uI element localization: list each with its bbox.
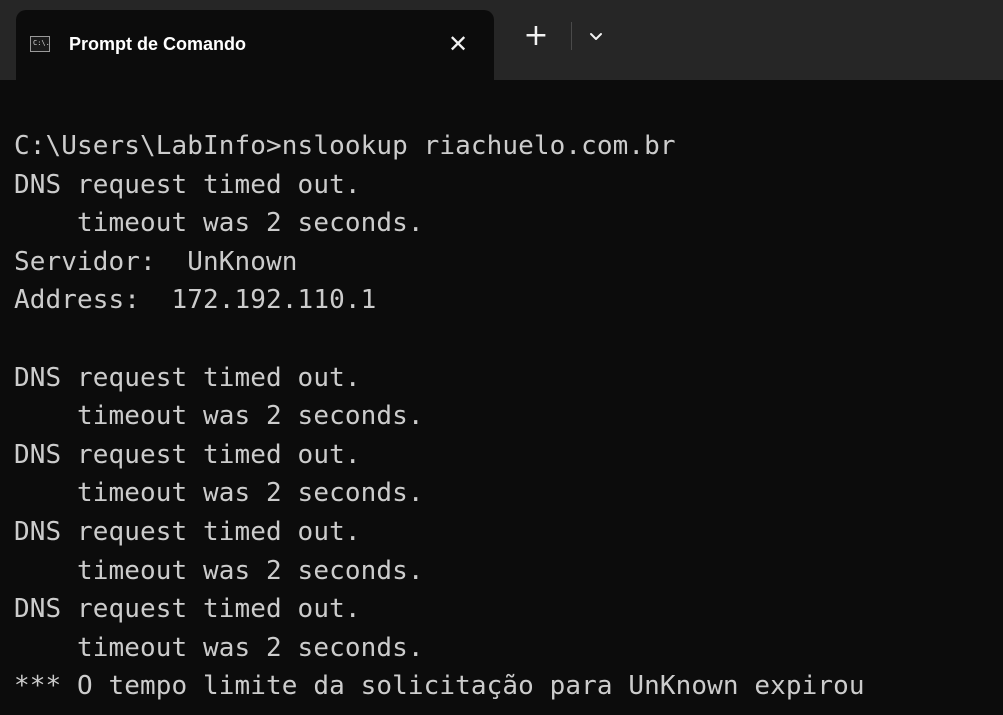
- console-line: timeout was 2 seconds.: [14, 478, 424, 509]
- console-line: timeout was 2 seconds.: [14, 555, 424, 586]
- console-line: timeout was 2 seconds.: [14, 208, 424, 239]
- console-line: DNS request timed out.: [14, 439, 361, 470]
- close-tab-button[interactable]: ✕: [441, 24, 475, 64]
- console-line: Address: 172.192.110.1: [14, 285, 377, 316]
- tab-title: Prompt de Comando: [69, 34, 247, 54]
- tab-separator: [571, 22, 572, 50]
- console-line: DNS request timed out.: [14, 169, 361, 200]
- console-line: DNS request timed out.: [14, 594, 361, 625]
- console-line: DNS request timed out.: [14, 516, 361, 547]
- chevron-down-icon[interactable]: [580, 16, 612, 56]
- console-line: *** O tempo limite da solicitação para U…: [14, 671, 865, 702]
- cmd-icon: C:\.: [30, 36, 50, 52]
- console-line: timeout was 2 seconds.: [14, 632, 424, 663]
- console-output[interactable]: C:\Users\LabInfo>nslookup riachuelo.com.…: [14, 127, 999, 706]
- tab-prompt-de-comando[interactable]: C:\. Prompt de Comando ✕: [16, 10, 494, 80]
- tab-bar: C:\. Prompt de Comando ✕ +: [0, 0, 1003, 80]
- console-line: C:\Users\LabInfo>nslookup riachuelo.com.…: [14, 131, 676, 161]
- console-line: Servidor: UnKnown: [14, 246, 298, 277]
- new-tab-button[interactable]: +: [516, 16, 556, 56]
- terminal-window: C:\. Prompt de Comando ✕ + C:\Users\LabI…: [0, 0, 1003, 715]
- console-line: timeout was 2 seconds.: [14, 401, 424, 432]
- console-line: DNS request timed out.: [14, 362, 361, 393]
